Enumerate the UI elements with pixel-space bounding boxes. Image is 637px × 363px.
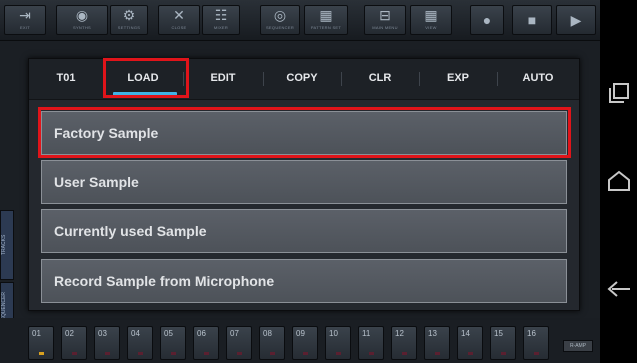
step-led <box>39 352 44 355</box>
inbox-icon: ⊟ <box>379 7 391 23</box>
step-button[interactable]: 14 <box>457 326 483 360</box>
step-led <box>534 352 539 355</box>
step-number: 05 <box>164 329 173 338</box>
step-number: 06 <box>197 329 206 338</box>
step-led <box>468 352 473 355</box>
view-button[interactable]: ▦ VIEW <box>410 5 452 35</box>
mixer-icon: ☷ <box>214 7 228 23</box>
step-led <box>171 352 176 355</box>
stop-button[interactable]: ■ <box>512 5 552 35</box>
amp-button[interactable]: R-AMP <box>563 340 593 352</box>
step-led <box>105 352 110 355</box>
step-led <box>501 352 506 355</box>
step-button[interactable]: 06 <box>193 326 219 360</box>
play-icon: ▶ <box>570 12 582 28</box>
back-icon[interactable] <box>606 272 632 300</box>
step-led <box>72 352 77 355</box>
tab-t01[interactable]: T01 <box>29 59 103 99</box>
exit-icon: ⇥ <box>19 7 31 23</box>
step-led <box>270 352 275 355</box>
top-toolbar: ⇥ EXIT ◉ SYNTHS ⚙ SETTINGS ✕ CLOSE ☷ MIX… <box>0 0 600 41</box>
sequencer-icon: ◎ <box>273 7 287 23</box>
step-button[interactable]: 16 <box>523 326 549 360</box>
step-button[interactable]: 04 <box>127 326 153 360</box>
step-led <box>303 352 308 355</box>
step-number: 04 <box>131 329 140 338</box>
sample-dialog: T01 LOAD EDIT COPY CLR EXP AUTO Factory … <box>28 58 580 311</box>
record-button[interactable]: ● <box>470 5 504 35</box>
step-button[interactable]: 13 <box>424 326 450 360</box>
pattern-icon: ▦ <box>319 7 333 23</box>
step-button[interactable]: 10 <box>325 326 351 360</box>
step-button[interactable]: 05 <box>160 326 186 360</box>
step-button[interactable]: 11 <box>358 326 384 360</box>
tab-edit[interactable]: EDIT <box>183 59 263 99</box>
step-button[interactable]: 03 <box>94 326 120 360</box>
step-led <box>237 352 242 355</box>
step-led <box>204 352 209 355</box>
step-number: 15 <box>494 329 503 338</box>
gear-icon: ⚙ <box>122 7 136 23</box>
step-led <box>402 352 407 355</box>
view-icon: ▦ <box>424 7 438 23</box>
record-sample-option[interactable]: Record Sample from Microphone <box>41 259 567 303</box>
user-sample-option[interactable]: User Sample <box>41 160 567 204</box>
step-number: 12 <box>395 329 404 338</box>
step-button[interactable]: 07 <box>226 326 252 360</box>
android-nav-bar <box>600 0 637 363</box>
grid-icon: ◉ <box>75 7 89 23</box>
pattern-set-button[interactable]: ▦ PATTERN SET <box>304 5 348 35</box>
factory-sample-highlight <box>38 107 571 158</box>
tab-copy[interactable]: COPY <box>263 59 341 99</box>
tab-exp[interactable]: EXP <box>419 59 497 99</box>
step-led <box>138 352 143 355</box>
tracks-tab[interactable]: TRACKS <box>0 210 14 280</box>
step-number: 10 <box>329 329 338 338</box>
step-button[interactable]: 01 <box>28 326 54 360</box>
record-icon: ● <box>482 12 492 28</box>
step-button[interactable]: 12 <box>391 326 417 360</box>
play-button[interactable]: ▶ <box>556 5 596 35</box>
tab-auto[interactable]: AUTO <box>497 59 579 99</box>
exit-button[interactable]: ⇥ EXIT <box>4 5 46 35</box>
step-number: 11 <box>362 329 371 338</box>
step-number: 07 <box>230 329 239 338</box>
step-number: 13 <box>428 329 437 338</box>
tab-clr[interactable]: CLR <box>341 59 419 99</box>
step-number: 09 <box>296 329 305 338</box>
settings-button[interactable]: ⚙ SETTINGS <box>110 5 148 35</box>
main-menu-button[interactable]: ⊟ MAIN MENU <box>364 5 406 35</box>
step-led <box>336 352 341 355</box>
step-number: 03 <box>98 329 107 338</box>
step-button[interactable]: 02 <box>61 326 87 360</box>
step-number: 16 <box>527 329 536 338</box>
step-number: 02 <box>65 329 74 338</box>
home-icon[interactable] <box>606 168 632 196</box>
load-tab-highlight <box>103 58 189 98</box>
step-led <box>369 352 374 355</box>
sequencer-button[interactable]: ◎ SEQUENCER <box>260 5 300 35</box>
step-led <box>435 352 440 355</box>
recent-apps-icon[interactable] <box>606 78 632 106</box>
step-number: 14 <box>461 329 470 338</box>
step-number: 01 <box>32 329 41 338</box>
close-button[interactable]: ✕ CLOSE <box>158 5 200 35</box>
close-icon: ✕ <box>173 7 185 23</box>
synths-button[interactable]: ◉ SYNTHS <box>56 5 108 35</box>
step-button[interactable]: 08 <box>259 326 285 360</box>
step-button[interactable]: 15 <box>490 326 516 360</box>
mixer-button[interactable]: ☷ MIXER <box>202 5 240 35</box>
step-button[interactable]: 09 <box>292 326 318 360</box>
currently-used-sample-option[interactable]: Currently used Sample <box>41 209 567 253</box>
stop-icon: ■ <box>527 12 537 28</box>
step-number: 08 <box>263 329 272 338</box>
